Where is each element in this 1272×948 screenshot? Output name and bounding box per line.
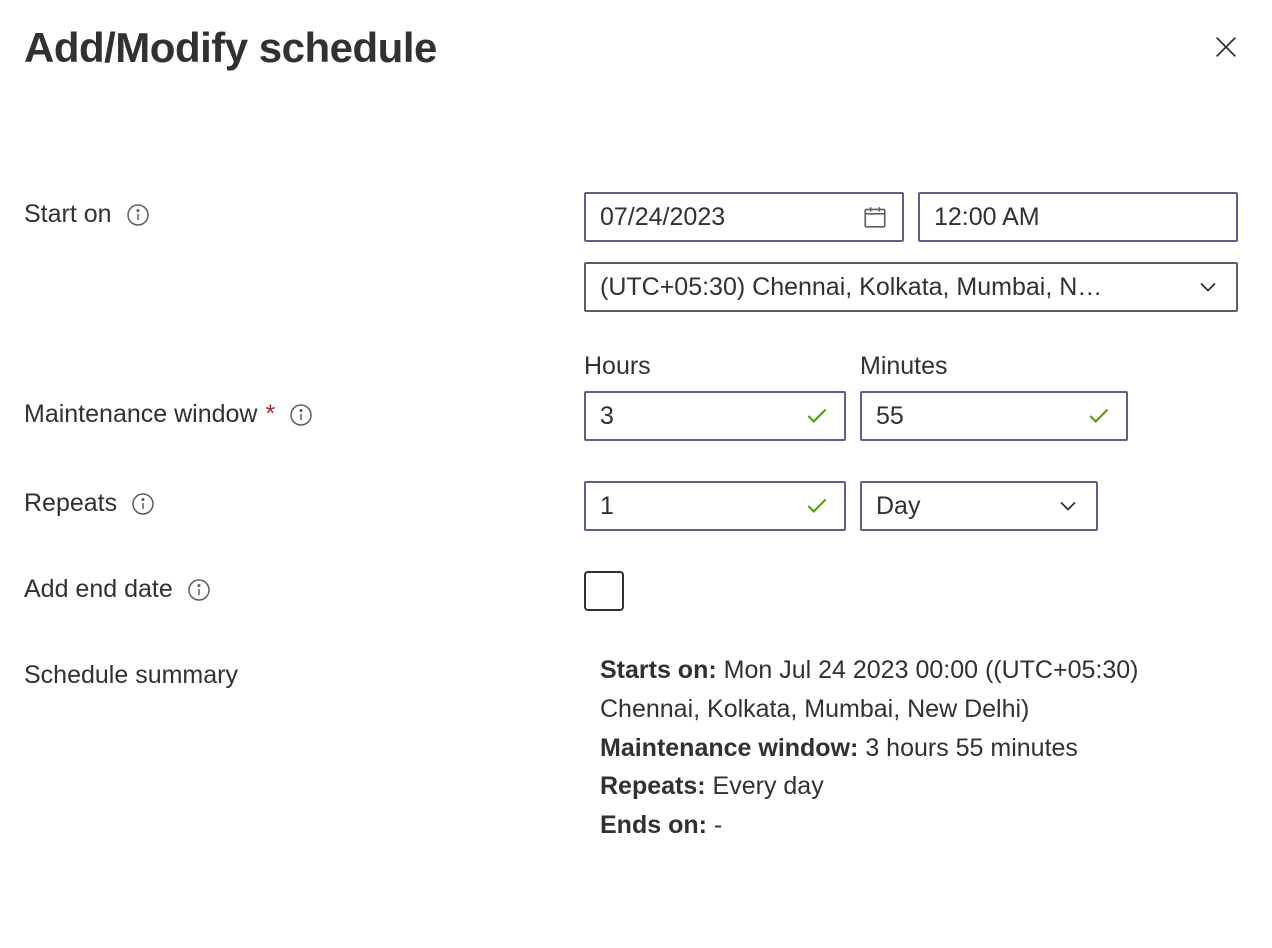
schedule-summary-label: Schedule summary <box>24 661 238 690</box>
add-end-date-label: Add end date <box>24 575 173 604</box>
dialog-title: Add/Modify schedule <box>24 24 437 72</box>
calendar-icon <box>862 204 888 230</box>
required-indicator: * <box>265 400 275 429</box>
timezone-select[interactable]: (UTC+05:30) Chennai, Kolkata, Mumbai, N… <box>584 262 1238 312</box>
hours-input[interactable]: 3 <box>584 391 846 441</box>
maintenance-window-label: Maintenance window <box>24 400 257 429</box>
start-date-input[interactable]: 07/24/2023 <box>584 192 904 242</box>
summary-repeats-value: Every day <box>713 772 824 800</box>
repeat-unit-value: Day <box>876 492 1044 521</box>
add-end-date-checkbox[interactable] <box>584 571 624 611</box>
chevron-down-icon <box>1194 273 1222 301</box>
start-time-value: 12:00 AM <box>934 203 1222 232</box>
minutes-value: 55 <box>876 402 1076 431</box>
summary-mw-label: Maintenance window: <box>600 734 858 762</box>
check-icon <box>1086 403 1112 429</box>
summary-ends-on-label: Ends on: <box>600 811 707 839</box>
chevron-down-icon <box>1054 492 1082 520</box>
repeat-count-value: 1 <box>600 492 794 521</box>
minutes-input[interactable]: 55 <box>860 391 1128 441</box>
start-date-value: 07/24/2023 <box>600 203 852 232</box>
info-icon[interactable] <box>187 578 211 602</box>
repeats-label: Repeats <box>24 489 117 518</box>
check-icon <box>804 403 830 429</box>
check-icon <box>804 493 830 519</box>
close-icon <box>1212 33 1240 64</box>
close-button[interactable] <box>1204 25 1248 72</box>
summary-ends-on-value: - <box>714 811 722 839</box>
repeat-count-input[interactable]: 1 <box>584 481 846 531</box>
summary-starts-on-label: Starts on: <box>600 656 717 684</box>
summary-mw-value: 3 hours 55 minutes <box>865 734 1078 762</box>
hours-value: 3 <box>600 402 794 431</box>
repeat-unit-select[interactable]: Day <box>860 481 1098 531</box>
info-icon[interactable] <box>289 403 313 427</box>
minutes-group-label: Minutes <box>860 352 1128 381</box>
schedule-summary-text: Starts on: Mon Jul 24 2023 00:00 ((UTC+0… <box>600 651 1240 845</box>
timezone-value: (UTC+05:30) Chennai, Kolkata, Mumbai, N… <box>600 273 1184 302</box>
info-icon[interactable] <box>126 203 150 227</box>
start-on-label: Start on <box>24 200 112 229</box>
info-icon[interactable] <box>131 492 155 516</box>
start-time-input[interactable]: 12:00 AM <box>918 192 1238 242</box>
hours-group-label: Hours <box>584 352 846 381</box>
summary-repeats-label: Repeats: <box>600 772 706 800</box>
